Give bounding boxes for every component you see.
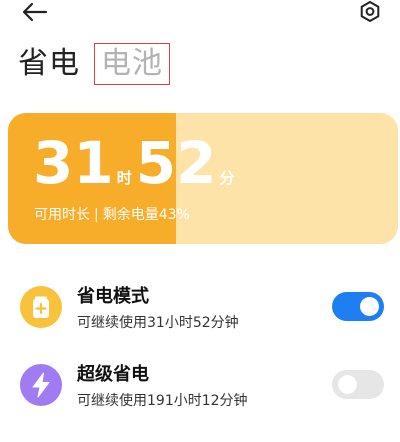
battery-card: 31 时 52 分 可用时长 | 剩余电量43% [8, 113, 398, 244]
back-button[interactable] [20, 0, 50, 26]
gear-icon [360, 1, 380, 22]
super-power-saving-title: 超级省电 [77, 364, 149, 385]
hours-value: 31 [33, 129, 114, 197]
battery-plus-icon [20, 286, 62, 328]
power-saving-mode-toggle[interactable] [332, 292, 384, 321]
power-saving-mode-row[interactable]: 省电模式 可继续使用31小时52分钟 [20, 282, 390, 338]
power-saving-mode-desc: 可继续使用31小时52分钟 [77, 315, 239, 331]
hours-unit: 时 [116, 169, 132, 187]
settings-button[interactable] [356, 0, 384, 26]
super-power-saving-row[interactable]: 超级省电 可继续使用191小时12分钟 [20, 360, 390, 416]
lightning-icon [20, 364, 62, 406]
tab-power-saving[interactable]: 省电 [18, 44, 80, 84]
super-power-saving-toggle[interactable] [332, 370, 384, 399]
top-bar [0, 0, 400, 30]
toggle-knob [338, 375, 357, 394]
remaining-charge-label: 剩余电量43% [102, 207, 190, 223]
remaining-time: 31 时 52 分 [33, 133, 238, 193]
battery-subtitle: 可用时长 | 剩余电量43% [34, 204, 190, 224]
power-saving-mode-title: 省电模式 [77, 286, 149, 307]
tab-bar: 省电 电池 [18, 42, 170, 86]
toggle-knob [360, 297, 379, 316]
tab-battery[interactable]: 电池 [94, 43, 170, 85]
back-arrow-icon [22, 2, 48, 22]
minutes-value: 52 [135, 129, 217, 197]
minutes-unit: 分 [219, 169, 235, 187]
separator: | [94, 207, 99, 223]
super-power-saving-desc: 可继续使用191小时12分钟 [77, 393, 248, 409]
available-time-label: 可用时长 [34, 207, 90, 223]
